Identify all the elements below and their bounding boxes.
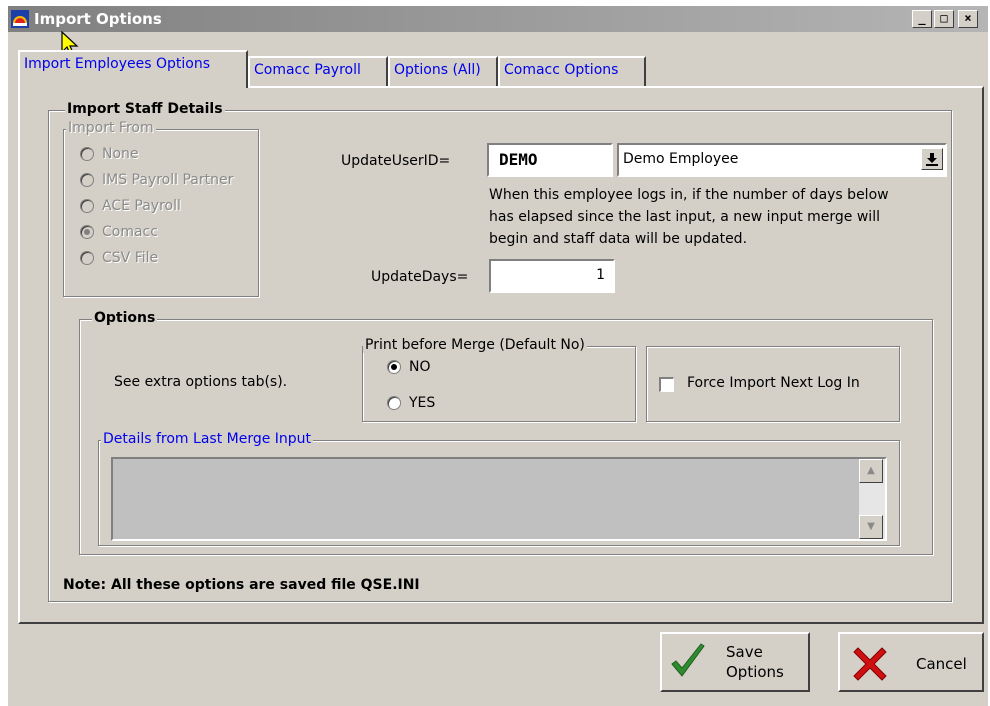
force-import-group: Force Import Next Log In	[646, 346, 900, 422]
maximize-icon[interactable]: □	[934, 10, 954, 28]
update-days-input[interactable]: 1	[489, 259, 615, 293]
save-label-line-1: Save	[726, 643, 763, 661]
import-from-none: None	[80, 144, 139, 164]
tab-label: Comacc Options	[504, 62, 619, 78]
radio-label: CSV File	[102, 250, 159, 266]
details-last-merge-group: Details from Last Merge Input ▲ ▼	[98, 431, 900, 546]
tab-label: Import Employees Options	[24, 56, 211, 72]
scroll-down-icon[interactable]: ▼	[859, 515, 883, 539]
radio-label: NO	[409, 359, 431, 375]
update-user-id-input[interactable]: DEMO	[487, 143, 613, 177]
cancel-x-icon	[853, 647, 887, 681]
save-label-line-2: Options	[726, 663, 784, 681]
radio-label: YES	[409, 395, 436, 411]
update-days-value: 1	[596, 267, 605, 283]
checkmark-icon	[671, 643, 705, 677]
tab-options-all[interactable]: Options (All)	[388, 56, 498, 86]
radio-label: IMS Payroll Partner	[102, 172, 234, 188]
update-days-label: UpdateDays=	[371, 269, 469, 285]
radio-label: None	[102, 146, 139, 162]
cancel-label: Cancel	[916, 655, 967, 673]
print-before-merge-group: Print before Merge (Default No) NO YES	[362, 337, 636, 422]
tab-import-employees-options[interactable]: Import Employees Options	[18, 50, 248, 88]
close-icon[interactable]: ×	[958, 10, 978, 28]
cancel-button[interactable]: Cancel	[838, 632, 984, 692]
options-group: Options See extra options tab(s). Print …	[79, 310, 933, 555]
import-from-group: Import From None IMS Payroll Partner ACE…	[63, 120, 259, 297]
help-text-line-2: has elapsed since the last input, a new …	[489, 209, 880, 225]
radio-icon	[387, 396, 401, 410]
help-text-line-1: When this employee logs in, if the numbe…	[489, 187, 889, 203]
import-from-ims-payroll-partner: IMS Payroll Partner	[80, 170, 233, 190]
tab-label: Options (All)	[394, 62, 481, 78]
employee-select-value: Demo Employee	[623, 151, 739, 167]
tab-label: Comacc Payroll	[254, 62, 361, 78]
import-from-ace-payroll: ACE Payroll	[80, 196, 181, 216]
radio-icon	[80, 199, 94, 213]
radio-label: Comacc	[102, 224, 158, 240]
tab-comacc-payroll[interactable]: Comacc Payroll	[248, 56, 388, 86]
update-user-id-value: DEMO	[499, 150, 538, 169]
radio-selected-icon	[80, 225, 94, 239]
tab-comacc-options[interactable]: Comacc Options	[498, 56, 646, 86]
import-from-legend: Import From	[66, 120, 156, 136]
details-scrollbar[interactable]: ▲ ▼	[859, 459, 885, 539]
tab-page: Import Staff Details Import From None IM…	[18, 86, 984, 624]
note-text: Note: All these options are saved file Q…	[63, 577, 420, 593]
save-options-button[interactable]: Save Options	[660, 632, 810, 692]
extra-options-text: See extra options tab(s).	[114, 374, 288, 390]
radio-selected-icon	[387, 360, 401, 374]
print-before-merge-legend: Print before Merge (Default No)	[363, 337, 587, 353]
details-last-merge-textbox[interactable]: ▲ ▼	[111, 457, 887, 541]
title-bar[interactable]: Import Options _ □ ×	[8, 6, 988, 32]
print-before-merge-yes[interactable]: YES	[387, 393, 435, 413]
import-staff-details-title: Import Staff Details	[65, 101, 225, 117]
help-text-line-3: begin and staff data will be updated.	[489, 231, 748, 247]
radio-icon	[80, 173, 94, 187]
employee-select[interactable]: Demo Employee	[617, 143, 947, 177]
import-staff-details-group: Import Staff Details Import From None IM…	[48, 101, 952, 602]
options-title: Options	[92, 310, 158, 326]
scroll-up-icon[interactable]: ▲	[859, 459, 883, 483]
window-title: Import Options	[34, 10, 162, 28]
force-import-label[interactable]: Force Import Next Log In	[687, 375, 860, 391]
radio-icon	[80, 251, 94, 265]
radio-label: ACE Payroll	[102, 198, 181, 214]
print-before-merge-no[interactable]: NO	[387, 357, 431, 377]
force-import-checkbox[interactable]	[659, 377, 674, 392]
radio-icon	[80, 147, 94, 161]
import-from-comacc: Comacc	[80, 222, 158, 242]
minimize-icon[interactable]: _	[912, 10, 932, 28]
app-icon	[11, 10, 29, 28]
dropdown-arrow-icon[interactable]	[921, 148, 943, 170]
import-from-csv-file: CSV File	[80, 248, 158, 268]
details-last-merge-legend: Details from Last Merge Input	[101, 431, 314, 447]
update-user-id-label: UpdateUserID=	[341, 153, 451, 169]
import-options-window: Import Options _ □ × Import Employees Op…	[8, 6, 988, 706]
